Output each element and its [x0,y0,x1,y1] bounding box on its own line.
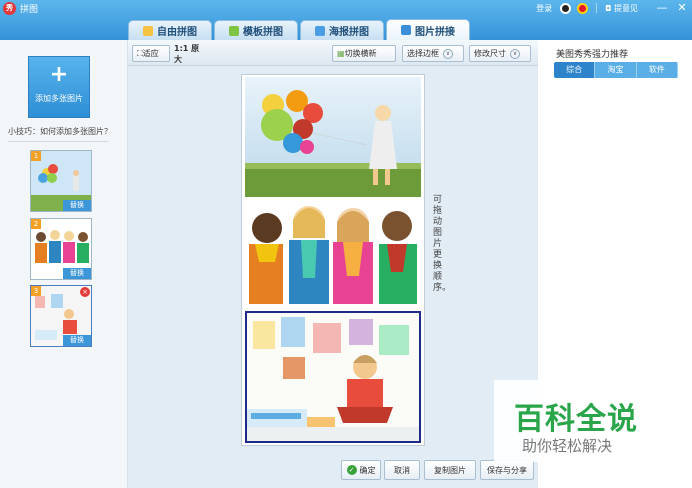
reorder-hint: 可拖动图片更换顺序。 [433,195,452,293]
tip-link[interactable]: 小技巧：如何添加多张图片？ [8,126,112,137]
switch-orientation-label: 切换横新 [344,49,377,58]
plus-icon: + [49,62,69,87]
close-button[interactable]: ✕ [672,0,692,16]
login-link[interactable]: 登录 [536,3,552,14]
copy-image-button[interactable]: 复制图片 [424,460,476,480]
chevron-down-icon: ∨ [443,48,453,59]
fit-label: 适应 [142,49,159,58]
stitch-icon [401,25,411,35]
replace-button[interactable]: 替换 [63,268,91,279]
thumbnail-number: 2 [31,219,41,229]
tab-general[interactable]: 综合 [554,62,596,78]
chevron-down-icon: ∨ [510,48,520,59]
chat-icon: ◘ [605,3,614,13]
tab-label: 图片拼接 [415,26,455,38]
thumbnail-number: 3 [31,286,41,296]
canvas-area: ⛶ 适应 1:1 原大 ▦ 切换横新 选择边框 ∨ 修改尺寸 ∨ 可拖动图片更换… [128,40,538,488]
tab-taobao[interactable]: 淘宝 [595,62,637,78]
ok-label: 确定 [359,465,376,475]
recommendation-title: 美图秀秀强力推荐 [556,50,629,60]
ok-button[interactable]: ✓ 确定 [341,460,381,480]
poster-icon [315,25,325,36]
stitch-canvas [241,74,425,446]
recommendation-tabs: 综合 淘宝 软件 [554,62,678,78]
painting-girl-image [247,313,419,441]
stitched-photo-2[interactable] [245,198,421,310]
tab-label: 模板拼图 [243,27,283,38]
thumbnail-2[interactable]: 2 替换 [30,218,92,280]
balloon-girl-image [245,77,421,197]
tab-image-stitch[interactable]: 图片拼接 [386,19,470,40]
app-logo-icon: 秀 [3,2,16,15]
original-size-button[interactable]: 1:1 原大 [170,44,204,64]
divider [8,141,108,142]
children-group-image [245,198,421,310]
feedback-link[interactable]: ◘ 提意见 [605,3,638,14]
fit-button[interactable]: ⛶ 适应 [132,45,170,62]
change-size-dropdown[interactable]: 修改尺寸 ∨ [469,45,531,62]
watermark: 百科全说 助你轻松解决 [494,380,668,462]
add-images-button[interactable]: + 添加多张图片 [28,56,90,118]
replace-button[interactable]: 替换 [63,200,91,211]
minimize-button[interactable]: — [652,0,672,16]
title-bar-actions: 登录 ◘ 提意见 — ✕ [536,0,692,16]
stitched-photo-3[interactable] [245,311,421,443]
weibo-icon[interactable] [577,2,589,14]
delete-icon[interactable]: × [80,287,90,297]
cancel-button[interactable]: 取消 [384,460,420,480]
thumbnail-1[interactable]: 1 替换 [30,150,92,212]
watermark-subtitle: 助你轻松解决 [522,437,613,455]
tab-label: 自由拼图 [157,27,197,38]
check-icon: ✓ [346,465,357,475]
feedback-label: 提意见 [614,3,638,13]
mode-tabs: 自由拼图 模板拼图 海报拼图 图片拼接 [128,19,472,40]
thumbnail-number: 1 [31,151,41,161]
add-images-label: 添加多张图片 [35,94,83,103]
watermark-title: 百科全说 [514,402,638,437]
orientation-icon: ▦ [337,49,345,58]
select-border-label: 选择边框 [407,49,439,58]
qq-icon[interactable] [560,2,572,14]
left-panel: + 添加多张图片 小技巧：如何添加多张图片？ 1 替换 2 替换 3 × 替换 [0,40,128,488]
switch-orientation-button[interactable]: ▦ 切换横新 [332,45,396,62]
tab-free-collage[interactable]: 自由拼图 [128,20,212,40]
grid-icon [229,25,239,36]
tab-template-collage[interactable]: 模板拼图 [214,20,298,40]
replace-button[interactable]: 替换 [63,335,91,346]
change-size-label: 修改尺寸 [474,49,506,58]
divider [596,3,598,13]
tab-poster-collage[interactable]: 海报拼图 [300,20,384,40]
canvas-toolbar: ⛶ 适应 1:1 原大 ▦ 切换横新 选择边框 ∨ 修改尺寸 ∨ [128,40,538,66]
tab-label: 海报拼图 [329,27,369,38]
save-share-button[interactable]: 保存与分享 [480,460,534,480]
star-icon [143,25,153,36]
stitched-photo-1[interactable] [245,77,421,197]
app-title: 拼图 [20,5,39,15]
thumbnail-3[interactable]: 3 × 替换 [30,285,92,347]
select-border-dropdown[interactable]: 选择边框 ∨ [402,45,464,62]
tab-software[interactable]: 软件 [636,62,678,78]
